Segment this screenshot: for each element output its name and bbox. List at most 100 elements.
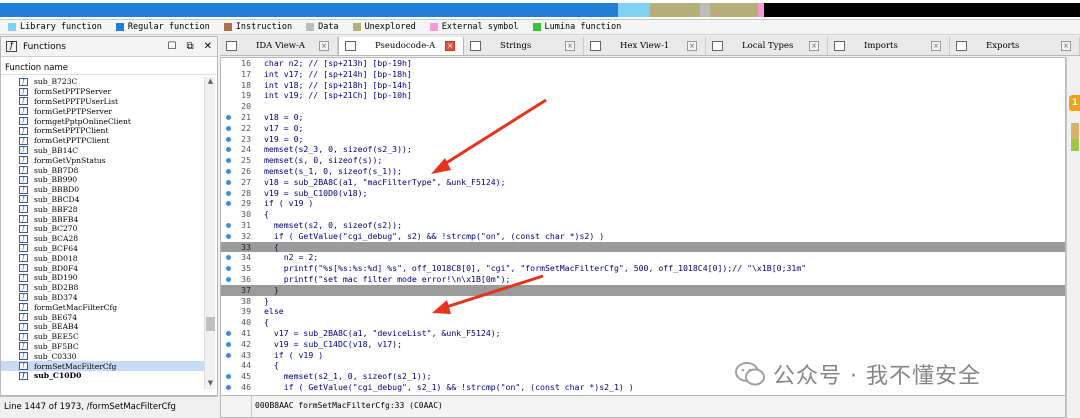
function-list-item[interactable]: f sub_BEAB4 bbox=[1, 322, 204, 332]
function-icon: f bbox=[19, 371, 28, 380]
function-list-item[interactable]: f formGetPPTPServer bbox=[1, 106, 204, 116]
pseudocode-view[interactable]: 16 char n2; // [sp+213h] [bp-19h] 17 int v1… bbox=[220, 57, 1066, 396]
code-line[interactable]: 38} bbox=[221, 296, 1065, 307]
overview-scrollbar[interactable]: 1 bbox=[1066, 57, 1080, 418]
code-line[interactable]: 37 } bbox=[221, 284, 1065, 296]
tab-pseudocode-a[interactable]: Pseudocode-A × bbox=[338, 37, 464, 55]
code-line[interactable]: 40 { bbox=[221, 317, 1065, 328]
function-list-item[interactable]: f formGetVpnStatus bbox=[1, 155, 204, 165]
function-list-item[interactable]: f sub_BD018 bbox=[1, 253, 204, 263]
scroll-up-icon[interactable]: ▲ bbox=[205, 77, 216, 87]
legend-swatch bbox=[115, 23, 124, 31]
function-list-item[interactable]: f sub_BBF28 bbox=[1, 204, 204, 214]
code-line[interactable]: 16 char n2; // [sp+213h] [bp-19h] bbox=[221, 58, 1065, 69]
code-line[interactable]: 27 v18 = sub_2BA8C(a1, "macFilterType", &… bbox=[221, 177, 1065, 188]
function-list-item[interactable]: f sub_BCF64 bbox=[1, 244, 204, 254]
function-icon: f bbox=[19, 205, 28, 214]
close-icon[interactable]: ✕ bbox=[204, 41, 212, 52]
nav-segment-unexplored-2 bbox=[710, 3, 758, 17]
navigation-band[interactable] bbox=[0, 0, 1080, 20]
function-list-item[interactable]: f sub_BD374 bbox=[1, 293, 204, 303]
code-line[interactable]: 30 { bbox=[221, 209, 1065, 220]
code-line[interactable]: 33 { bbox=[221, 241, 1065, 253]
function-list-item[interactable]: f sub_BB990 bbox=[1, 175, 204, 185]
tab-close-icon[interactable]: × bbox=[931, 41, 941, 51]
function-list-item[interactable]: f formGetMacFilterCfg bbox=[1, 302, 204, 312]
function-list-item[interactable]: f sub_BB14C bbox=[1, 146, 204, 156]
function-list-item[interactable]: f formSetMacFilterCfg bbox=[1, 361, 204, 371]
function-name: formGetMacFilterCfg bbox=[34, 302, 118, 312]
function-list-item[interactable]: f sub_BBBD0 bbox=[1, 185, 204, 195]
tab-exports[interactable]: Exports × bbox=[950, 37, 1080, 55]
code-line[interactable]: 22 v17 = 0; bbox=[221, 123, 1065, 134]
code-line[interactable]: 21 v18 = 0; bbox=[221, 112, 1065, 123]
code-line[interactable]: 20 bbox=[221, 101, 1065, 112]
function-list-item[interactable]: f formgetPptpOnlineClient bbox=[1, 116, 204, 126]
tab-label: Imports bbox=[864, 41, 898, 51]
function-icon: f bbox=[19, 362, 28, 370]
function-list-item[interactable]: f sub_BBFB4 bbox=[1, 214, 204, 224]
code-line[interactable]: 35 printf("%s[%s:%s:%d] %s", off_1018C8[… bbox=[221, 263, 1065, 274]
code-line[interactable]: 41 v17 = sub_2BA8C(a1, "deviceList", &un… bbox=[221, 328, 1065, 339]
function-list-item[interactable]: f sub_BE674 bbox=[1, 312, 204, 322]
function-list-item[interactable]: f formGetPPTPClient bbox=[1, 136, 204, 146]
function-list-item[interactable]: f sub_BD2B8 bbox=[1, 283, 204, 293]
function-list-item[interactable]: f sub_BEE5C bbox=[1, 332, 204, 342]
code-line[interactable]: 32 if ( GetValue("cgi_debug", s2) && !st… bbox=[221, 231, 1065, 242]
function-list-scrollbar[interactable]: ▲ ▼ bbox=[204, 77, 215, 389]
function-list-item[interactable]: f sub_C10D0 bbox=[1, 371, 204, 381]
tab-hex-view-1[interactable]: Hex View-1 × bbox=[584, 37, 706, 55]
tab-close-icon[interactable]: × bbox=[565, 41, 575, 51]
function-icon: f bbox=[19, 303, 28, 312]
function-icon: f bbox=[19, 342, 28, 351]
code-line[interactable]: 18 int v18; // [sp+218h] [bp-14h] bbox=[221, 80, 1065, 91]
tab-label: Hex View-1 bbox=[620, 41, 670, 51]
function-name: formGetPPTPServer bbox=[34, 106, 112, 116]
function-list-item[interactable]: f sub_BCA28 bbox=[1, 234, 204, 244]
tab-close-icon[interactable]: × bbox=[319, 41, 329, 51]
function-icon: f bbox=[19, 244, 28, 253]
code-line[interactable]: 31 memset(s2, 0, sizeof(s2)); bbox=[221, 220, 1065, 231]
code-line[interactable]: 36 printf("set mac filter mode error!\n\… bbox=[221, 274, 1065, 285]
code-line[interactable]: 29 if ( v19 ) bbox=[221, 198, 1065, 209]
maximize-icon[interactable]: ☐ bbox=[168, 41, 177, 52]
function-name-column-header[interactable]: Function name bbox=[1, 61, 217, 75]
tab-close-icon[interactable]: × bbox=[809, 41, 819, 51]
nav-segment-end bbox=[764, 3, 1080, 17]
float-icon[interactable]: ⧉ bbox=[186, 41, 193, 52]
scroll-down-icon[interactable]: ▼ bbox=[205, 379, 216, 389]
tab-strings[interactable]: Strings × bbox=[464, 37, 584, 55]
overview-marker-1 bbox=[1071, 123, 1079, 139]
tab-local-types[interactable]: Local Types × bbox=[706, 37, 828, 55]
function-list-item[interactable]: f formSetPPTPServer bbox=[1, 87, 204, 97]
tab-imports[interactable]: Imports × bbox=[828, 37, 950, 55]
code-line[interactable]: 42 v19 = sub_C14DC(v18, v17); bbox=[221, 339, 1065, 350]
code-line[interactable]: 28 v19 = sub_C10D0(v18); bbox=[221, 188, 1065, 199]
function-icon: f bbox=[19, 87, 28, 96]
function-list-item[interactable]: f formSetPPTPClient bbox=[1, 126, 204, 136]
code-line[interactable]: 19 int v19; // [sp+21Ch] [bp-10h] bbox=[221, 90, 1065, 101]
tab-close-icon[interactable]: × bbox=[687, 41, 697, 51]
function-list-item[interactable]: f sub_B723C bbox=[1, 77, 204, 87]
scroll-thumb[interactable] bbox=[206, 317, 215, 331]
code-line[interactable]: 23 v19 = 0; bbox=[221, 134, 1065, 145]
code-line[interactable]: 34 n2 = 2; bbox=[221, 252, 1065, 263]
tab-ida-view-a[interactable]: IDA View-A × bbox=[220, 37, 338, 55]
function-list-item[interactable]: f sub_BBCD4 bbox=[1, 195, 204, 205]
function-list[interactable]: f sub_B723C f formSetPPTPServer f formSetPPTP… bbox=[1, 77, 204, 389]
code-line[interactable]: 39 else bbox=[221, 306, 1065, 317]
function-list-item[interactable]: f formSetPPTPUserList bbox=[1, 97, 204, 107]
function-list-item[interactable]: f sub_BD190 bbox=[1, 273, 204, 283]
tab-close-icon[interactable]: × bbox=[445, 41, 455, 51]
function-list-item[interactable]: f sub_BC270 bbox=[1, 224, 204, 234]
function-list-item[interactable]: f sub_BD0F4 bbox=[1, 263, 204, 273]
function-list-item[interactable]: f sub_BF5BC bbox=[1, 342, 204, 352]
function-list-item[interactable]: f sub_BB7D8 bbox=[1, 165, 204, 175]
function-list-item[interactable]: f sub_C0330 bbox=[1, 351, 204, 361]
code-line[interactable]: 17 int v17; // [sp+214h] [bp-18h] bbox=[221, 69, 1065, 80]
code-line[interactable]: 24 memset(s2_3, 0, sizeof(s2_3)); bbox=[221, 144, 1065, 155]
code-line[interactable]: 26 memset(s_1, 0, sizeof(s_1)); bbox=[221, 166, 1065, 177]
tab-close-icon[interactable]: × bbox=[1061, 41, 1071, 51]
legend-item: Regular function bbox=[115, 22, 210, 32]
code-line[interactable]: 25 memset(s, 0, sizeof(s)); bbox=[221, 155, 1065, 166]
